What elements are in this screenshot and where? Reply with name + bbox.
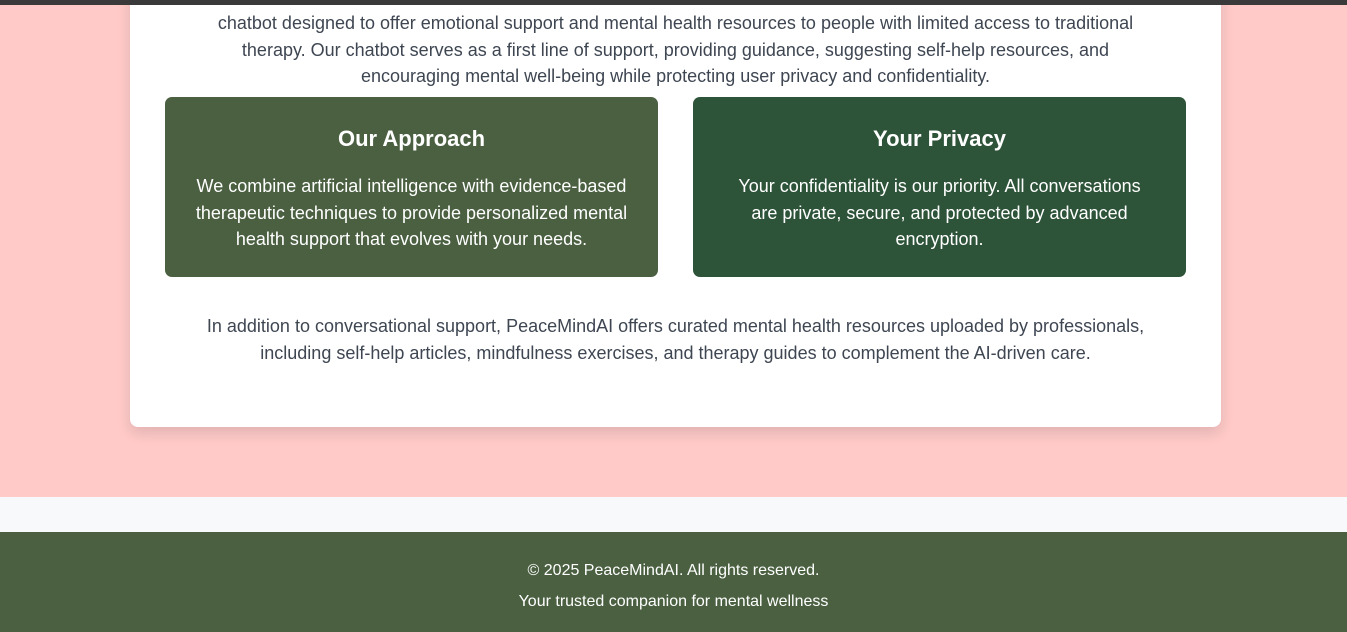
approach-title: Our Approach [337,126,486,151]
site-footer: © 2025 PeaceMindAI. All rights reserved.… [0,532,1347,632]
approach-text: We combine artificial intelligence with … [195,176,628,249]
browser-top-edge [0,0,1347,5]
approach-box: Our Approach We combine artificial intel… [165,97,658,277]
about-card: chatbot designed to offer emotional supp… [130,0,1221,427]
about-closing-text: In addition to conversational support, P… [206,316,1145,363]
privacy-title: Your Privacy [873,126,1006,151]
about-intro-text: chatbot designed to offer emotional supp… [217,13,1134,86]
about-section: chatbot designed to offer emotional supp… [0,0,1347,497]
footer-tagline: Your trusted companion for mental wellne… [518,593,829,610]
footer-copyright: © 2025 PeaceMindAI. All rights reserved. [527,562,820,579]
privacy-text: Your confidentiality is our priority. Al… [738,176,1141,249]
privacy-box: Your Privacy Your confidentiality is our… [693,97,1186,277]
